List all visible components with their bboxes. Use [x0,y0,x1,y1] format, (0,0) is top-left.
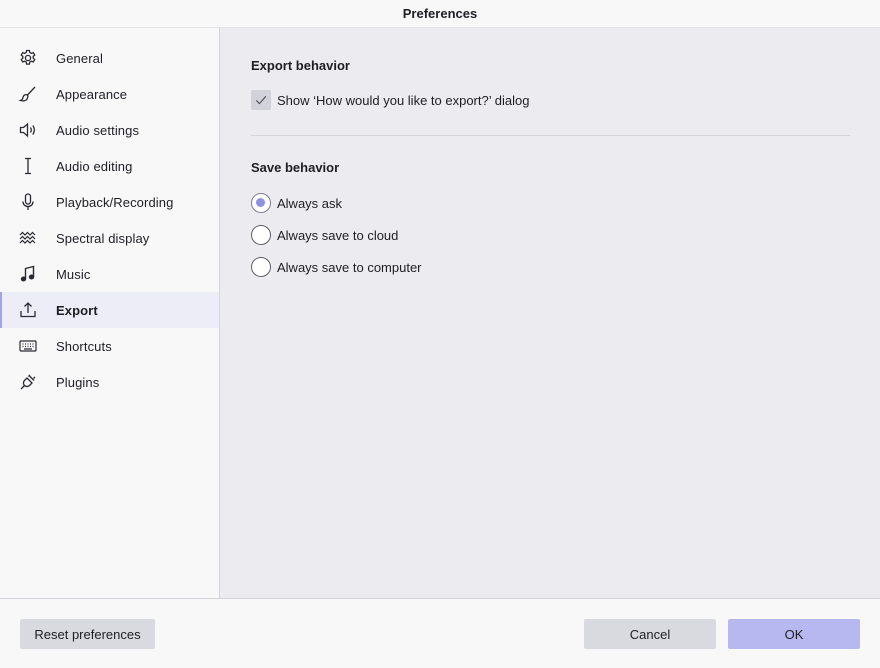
radio-label: Always save to computer [277,259,422,275]
text-cursor-icon [18,156,38,176]
export-behavior-heading: Export behavior [251,58,350,73]
sidebar-item-label: General [56,50,103,66]
gear-icon [18,48,38,68]
brush-icon [18,84,38,104]
microphone-icon [18,192,38,212]
upload-icon [18,300,38,320]
radio-option-always-save-to-cloud[interactable]: Always save to cloud [251,225,398,245]
show-export-dialog-option[interactable]: Show ‘How would you like to export?’ dia… [251,90,529,110]
sidebar-item-label: Audio settings [56,122,140,138]
export-panel: Export behavior Show ‘How would you like… [220,28,880,598]
sidebar-item-export[interactable]: Export [0,292,219,328]
radio-label: Always save to cloud [277,227,399,243]
sidebar-item-playback-recording[interactable]: Playback/Recording [0,184,219,220]
sidebar-item-music[interactable]: Music [0,256,219,292]
sidebar-item-spectral-display[interactable]: Spectral display [0,220,219,256]
dialog-footer: Reset preferences Cancel OK [0,598,880,668]
sidebar-item-label: Spectral display [56,230,150,246]
sidebar-item-plugins[interactable]: Plugins [0,364,219,400]
sidebar-item-label: Shortcuts [56,338,112,354]
radio-option-always-save-to-computer[interactable]: Always save to computer [251,257,422,277]
window-title: Preferences [0,0,880,28]
always-save-to-computer-radio[interactable] [251,257,271,277]
sidebar-item-audio-editing[interactable]: Audio editing [0,148,219,184]
sidebar-item-label: Playback/Recording [56,194,174,210]
waves-icon [18,228,38,248]
save-behavior-heading: Save behavior [251,160,340,175]
always-ask-radio[interactable] [251,193,271,213]
always-save-to-cloud-radio[interactable] [251,225,271,245]
sidebar-item-label: Appearance [56,86,128,102]
show-export-dialog-label: Show ‘How would you like to export?’ dia… [277,92,530,108]
sidebar-item-label: Export [56,302,98,318]
sidebar-item-label: Plugins [56,374,100,390]
speaker-icon [18,120,38,140]
keyboard-icon [18,336,38,356]
plug-icon [18,372,38,392]
preferences-window: Preferences General Appearance Audio set… [0,0,880,668]
sidebar-item-label: Music [56,266,91,282]
radio-option-always-ask[interactable]: Always ask [251,193,342,213]
music-note-icon [18,264,38,284]
sidebar-item-general[interactable]: General [0,40,219,76]
sidebar-item-label: Audio editing [56,158,133,174]
radio-label: Always ask [277,195,343,211]
cancel-button[interactable]: Cancel [584,619,716,649]
section-divider [251,135,850,136]
show-export-dialog-checkbox[interactable] [251,90,271,110]
sidebar-item-shortcuts[interactable]: Shortcuts [0,328,219,364]
checkmark-icon [255,96,267,105]
ok-button[interactable]: OK [728,619,860,649]
sidebar-item-audio-settings[interactable]: Audio settings [0,112,219,148]
sidebar: General Appearance Audio settings Audio … [0,28,220,598]
reset-preferences-button[interactable]: Reset preferences [20,619,155,649]
sidebar-item-appearance[interactable]: Appearance [0,76,219,112]
